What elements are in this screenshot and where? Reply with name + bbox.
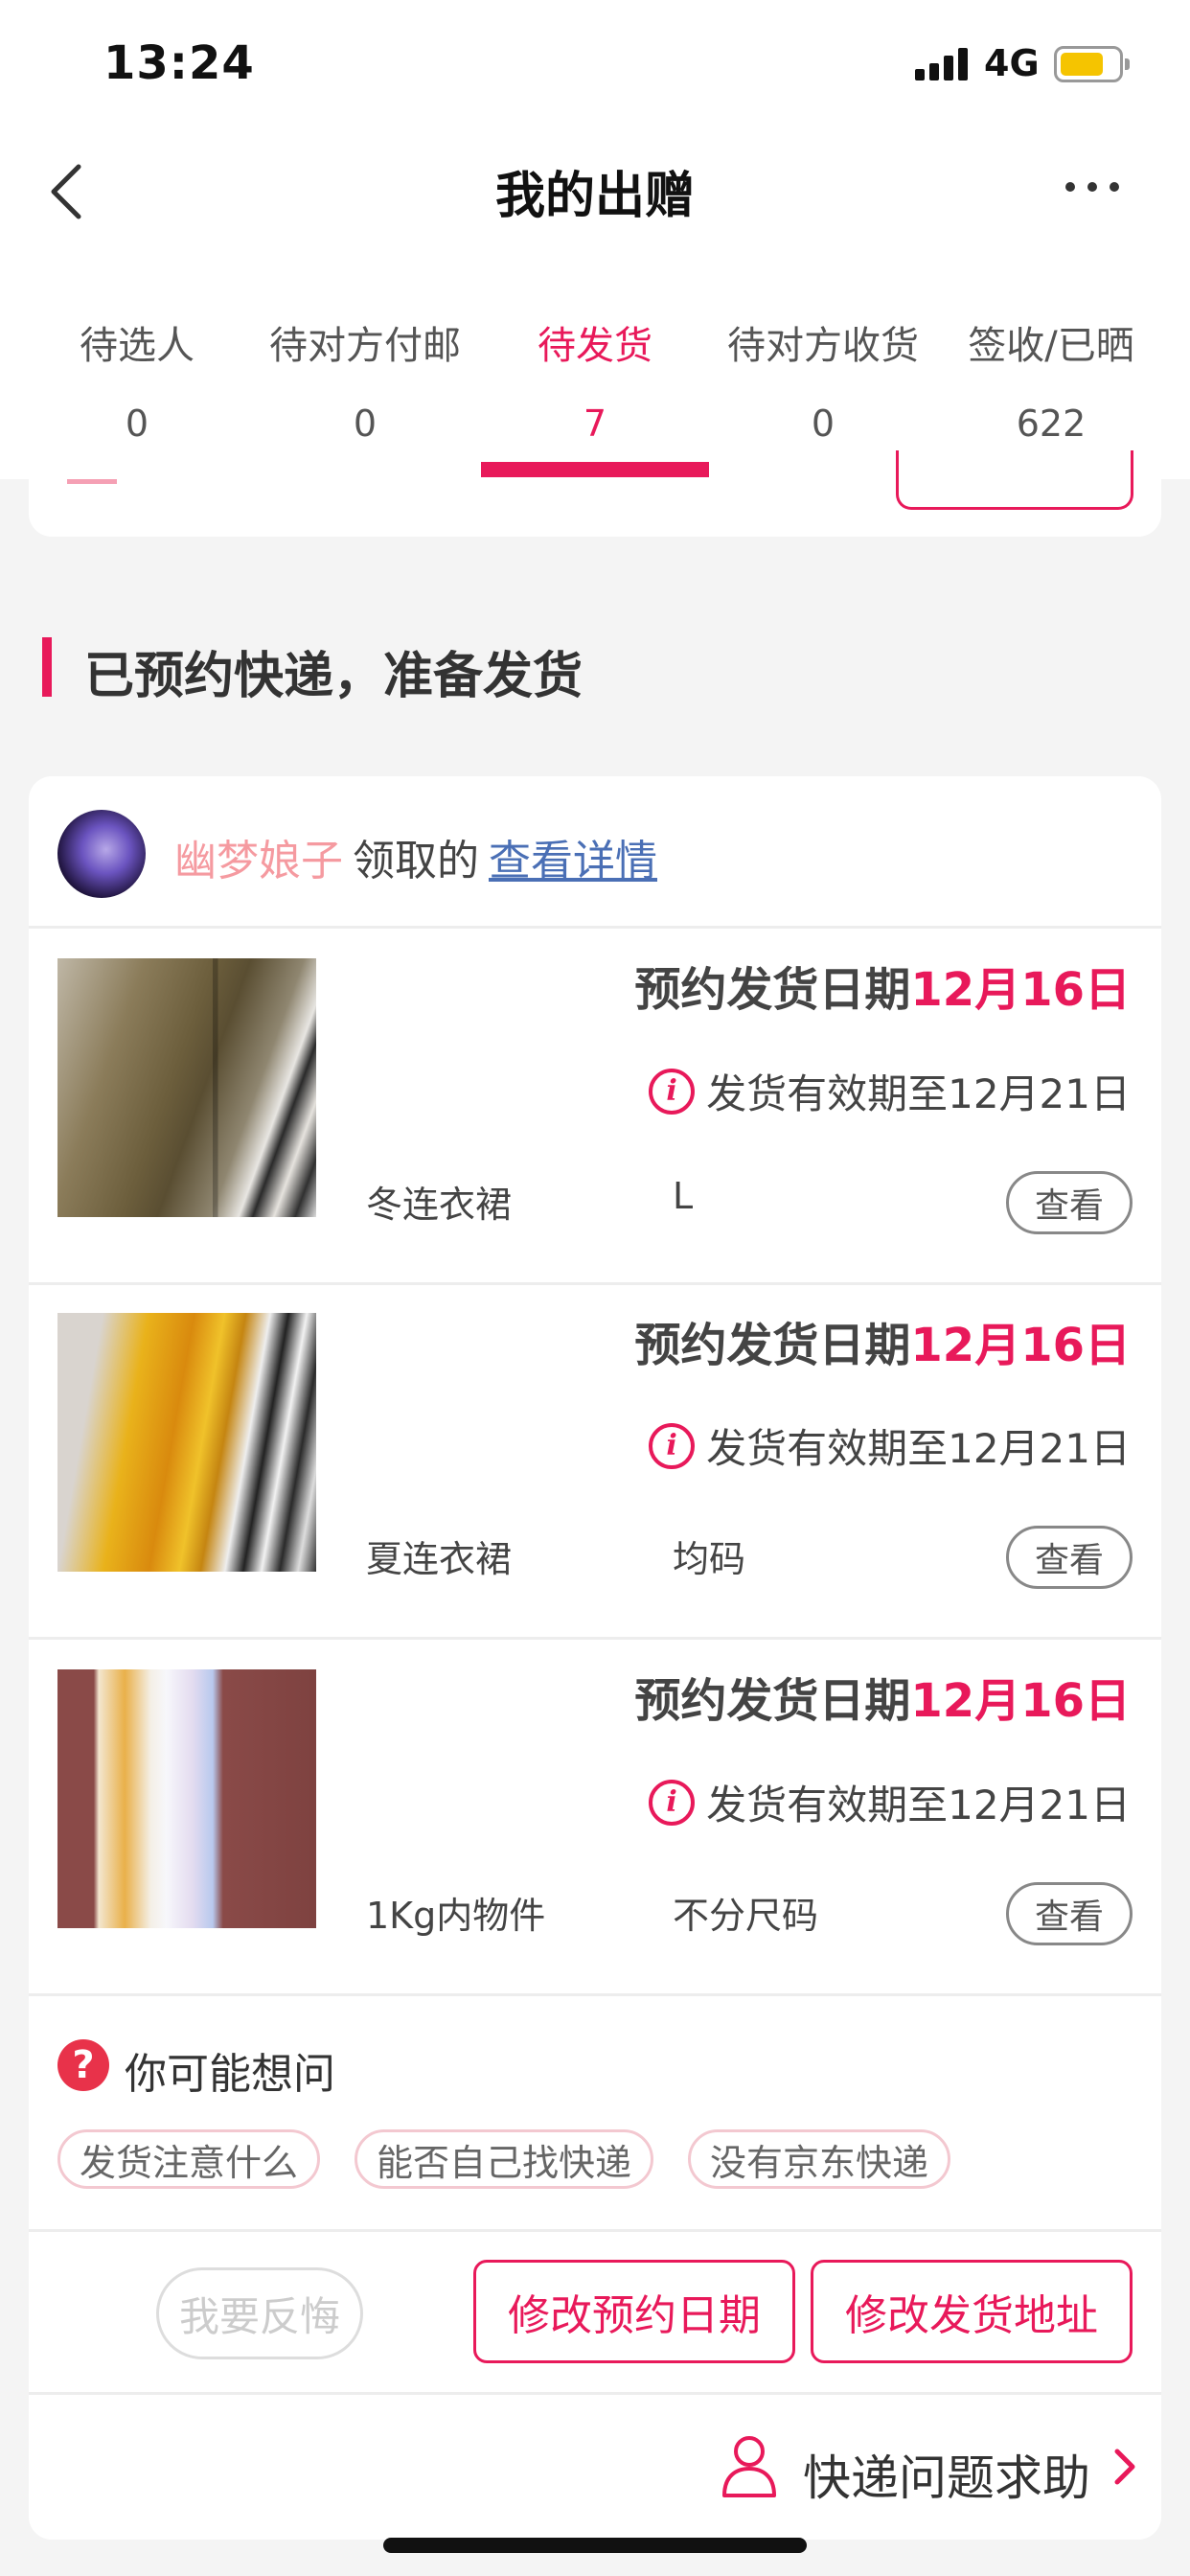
item-size: 不分尺码 (673, 1895, 819, 1937)
tab-pending-select[interactable]: 待选人 0 (23, 278, 251, 479)
valid-until-text: 发货有效期至12月21日 (706, 1782, 1131, 1828)
help-link[interactable]: 快递问题求助 (803, 2440, 1090, 2509)
network-label: 4G (984, 42, 1040, 84)
divider (29, 1637, 1161, 1640)
user-name[interactable]: 幽梦娘子 (174, 837, 343, 886)
faq-chip[interactable]: 能否自己找快递 (355, 2129, 654, 2189)
valid-until-text: 发货有效期至12月21日 (706, 1070, 1131, 1117)
ship-date-value: 12月16日 (910, 963, 1131, 1017)
divider (29, 2229, 1161, 2232)
regret-button[interactable]: 我要反悔 (156, 2267, 363, 2359)
question-icon: ? (57, 2039, 109, 2091)
ship-date: 预约发货日期12月16日 (634, 1307, 1131, 1374)
item-size: 均码 (673, 1538, 746, 1580)
info-icon: i (649, 1068, 696, 1115)
more-dots-icon[interactable] (1065, 172, 1119, 201)
tab-label: 待发货 (538, 324, 652, 368)
divider (29, 1282, 1161, 1285)
tab-pending-receive[interactable]: 待对方收货 0 (709, 278, 937, 479)
item-name: 夏连衣裙 (366, 1538, 513, 1580)
item-image[interactable] (57, 1313, 316, 1572)
info-icon: i (649, 1422, 696, 1469)
item-name: 冬连衣裙 (366, 1184, 513, 1226)
divider (29, 2392, 1161, 2395)
change-date-button[interactable]: 修改预约日期 (473, 2260, 795, 2363)
tab-bar: 待选人 0 待对方付邮 0 待发货 7 待对方收货 0 签收/已晒 622 (0, 278, 1190, 479)
tab-label: 签收/已晒 (968, 324, 1134, 368)
ship-date: 预约发货日期12月16日 (634, 1663, 1131, 1730)
ship-date-label: 预约发货日期 (634, 1319, 911, 1372)
item-image[interactable] (57, 1669, 316, 1928)
ship-date-value: 12月16日 (910, 1674, 1131, 1728)
section-accent-bar (42, 637, 52, 697)
valid-until-text: 发货有效期至12月21日 (706, 1425, 1131, 1472)
ship-date: 预约发货日期12月16日 (634, 952, 1131, 1019)
tab-received[interactable]: 签收/已晒 622 (937, 278, 1165, 479)
view-button[interactable]: 查看 (1006, 1526, 1133, 1589)
active-tab-indicator (481, 462, 709, 477)
valid-until: i 发货有效期至12月21日 (649, 1062, 1131, 1120)
valid-until: i 发货有效期至12月21日 (649, 1773, 1131, 1831)
ship-date-value: 12月16日 (910, 1319, 1131, 1372)
tab-count: 0 (811, 402, 835, 445)
ship-date-label: 预约发货日期 (634, 963, 911, 1017)
tab-pending-postage[interactable]: 待对方付邮 0 (251, 278, 479, 479)
tab-count: 622 (1016, 402, 1087, 445)
tab-pending-ship[interactable]: 待发货 7 (481, 278, 709, 479)
view-button[interactable]: 查看 (1006, 1171, 1133, 1234)
chevron-right-icon[interactable] (1111, 2446, 1138, 2488)
view-button[interactable]: 查看 (1006, 1882, 1133, 1945)
previous-card-button[interactable] (896, 450, 1133, 510)
user-line: 幽梦娘子 领取的 查看详情 (174, 826, 657, 887)
tab-label: 待对方付邮 (269, 324, 461, 368)
divider (29, 926, 1161, 929)
item-size: L (673, 1175, 694, 1217)
avatar[interactable] (57, 810, 146, 898)
tab-count: 0 (353, 402, 378, 445)
valid-until: i 发货有效期至12月21日 (649, 1416, 1131, 1475)
view-detail-link[interactable]: 查看详情 (489, 837, 657, 886)
home-indicator (383, 2538, 807, 2553)
previous-card-marker (67, 479, 117, 484)
faq-chip[interactable]: 没有京东快递 (688, 2129, 951, 2189)
status-time: 13:24 (103, 36, 255, 90)
tab-count: 7 (583, 402, 607, 445)
tab-count: 0 (125, 402, 149, 445)
battery-icon (1054, 46, 1130, 82)
faq-chip[interactable]: 发货注意什么 (57, 2129, 321, 2189)
ship-date-label: 预约发货日期 (634, 1674, 911, 1728)
divider (29, 1993, 1161, 1996)
page-title: 我的出赠 (494, 168, 695, 225)
info-icon: i (649, 1779, 696, 1826)
faq-title: 你可能想问 (125, 2050, 335, 2099)
claim-text: 领取的 (353, 837, 479, 886)
tab-label: 待选人 (80, 324, 195, 368)
section-title: 已预约快递，准备发货 (84, 648, 584, 705)
tab-label: 待对方收货 (727, 324, 919, 368)
signal-icon (915, 46, 969, 80)
item-name: 1Kg内物件 (366, 1895, 546, 1937)
change-address-button[interactable]: 修改发货地址 (811, 2260, 1133, 2363)
item-image[interactable] (57, 958, 316, 1217)
person-icon[interactable] (721, 2434, 778, 2497)
